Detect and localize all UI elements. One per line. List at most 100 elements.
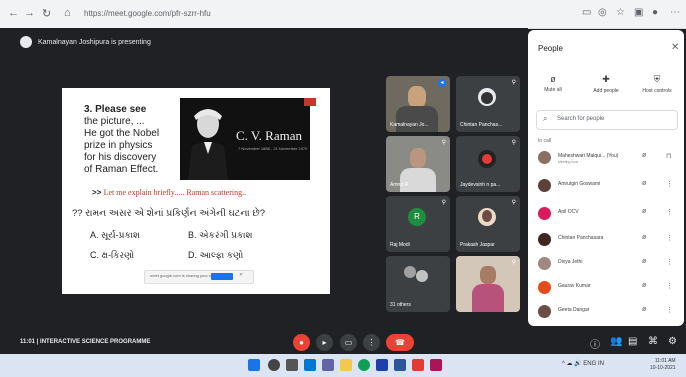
participant-name: Raj Modi: [390, 242, 410, 248]
panel-title: People: [538, 44, 563, 53]
meeting-title: 11:01 | INTERACTIVE SCIENCE PROGRAMME: [20, 339, 151, 345]
slide-question-line: the picture, ...: [84, 116, 145, 127]
participant-tile[interactable]: ⚲ Chintan Panchas...: [456, 76, 520, 132]
participant-name: Prakash Jaspar: [460, 242, 495, 248]
tray-arrow-icon[interactable]: ^ ☁ 🔊: [562, 361, 582, 367]
person-row[interactable]: Amrutgiri Goswami ø ⋮: [528, 176, 684, 196]
person-row[interactable]: Divya Jethi ø ⋮: [528, 254, 684, 274]
widgets-icon[interactable]: [304, 359, 316, 371]
presenting-label: Kamalnayan Joshipura is presenting: [38, 38, 151, 46]
search-people-input[interactable]: ⌕ Search for people: [536, 110, 678, 130]
avatar: [538, 281, 551, 294]
person-row[interactable]: Chintan Panchasara ø ⋮: [528, 230, 684, 250]
language-indicator[interactable]: ENG IN: [583, 361, 604, 367]
slide-logo: [304, 98, 316, 106]
mute-all-label: Mute all: [544, 87, 562, 93]
mic-off-icon[interactable]: ø: [642, 234, 646, 241]
portrait-image: C. V. Raman 7 November 1888 - 21 Novembe…: [180, 98, 310, 180]
more-icon[interactable]: ⋮: [666, 234, 673, 242]
person-role: Meeting host: [558, 160, 579, 164]
mic-toggle-button[interactable]: ●: [293, 334, 310, 351]
reload-icon[interactable]: ↻: [42, 7, 51, 20]
task-view-icon[interactable]: [286, 359, 298, 371]
file-explorer-icon[interactable]: [340, 359, 352, 371]
presenter-avatar: [20, 36, 32, 48]
info-icon[interactable]: ⓘ: [590, 336, 600, 351]
mute-all-button[interactable]: ø Mute all: [530, 74, 576, 93]
app-icon[interactable]: [430, 359, 442, 371]
add-people-button[interactable]: ✚ Add people: [583, 74, 629, 94]
forward-icon[interactable]: →: [24, 7, 35, 19]
portrait-name: C. V. Raman: [236, 128, 302, 143]
person-name: Geeta Dangar: [558, 307, 590, 313]
person-name: Chintan Panchasara: [558, 235, 604, 241]
search-icon[interactable]: [268, 359, 280, 371]
search-icon: ⌕: [543, 114, 548, 123]
participant-body: [472, 284, 504, 312]
more-icon[interactable]: ⋮: [666, 306, 673, 314]
self-view-tile[interactable]: ⚲: [456, 256, 520, 312]
captions-button[interactable]: ▭: [340, 334, 357, 351]
close-icon[interactable]: ✕: [671, 42, 679, 53]
end-call-button[interactable]: ☎: [386, 334, 414, 351]
zoom-icon[interactable]: ◎: [598, 7, 607, 18]
participant-tile[interactable]: ⚲ Jaydevsinh n pa...: [456, 136, 520, 192]
person-row[interactable]: Gaurav Kumar ø ⋮: [528, 278, 684, 298]
people-icon[interactable]: 👥: [610, 336, 622, 347]
person-row[interactable]: Maheshwari Malqui... (You) Meeting host …: [528, 148, 684, 168]
home-icon[interactable]: ⌂: [64, 7, 71, 19]
host-controls-button[interactable]: ⛨ Host controls: [634, 74, 680, 94]
avatar: [538, 207, 551, 220]
participant-body: [396, 106, 438, 132]
chat-app-icon[interactable]: [322, 359, 334, 371]
address-bar[interactable]: https://meet.google.com/pfr-szrr-hfu: [84, 6, 384, 21]
camera-toggle-button[interactable]: ▸: [316, 334, 333, 351]
person-row[interactable]: Geeta Dangar ø ⋮: [528, 302, 684, 322]
participant-tile[interactable]: ⚲ Prakash Jaspar: [456, 196, 520, 252]
more-icon[interactable]: ⋮: [666, 180, 673, 188]
mic-off-icon[interactable]: ø: [642, 180, 646, 187]
back-icon[interactable]: ←: [8, 7, 19, 19]
profile-icon[interactable]: ●: [652, 7, 658, 18]
participant-tile[interactable]: ⚲ Amrut R: [386, 136, 450, 192]
activities-icon[interactable]: ⌘: [648, 336, 658, 347]
stop-sharing-button[interactable]: [211, 273, 233, 280]
favorite-icon[interactable]: ☆: [616, 7, 625, 18]
browser-toolbar: ← → ↻ ⌂ https://meet.google.com/pfr-szrr…: [0, 0, 686, 29]
more-icon[interactable]: ⋮: [666, 282, 673, 290]
person-row[interactable]: Anil OCV ø ⋮: [528, 204, 684, 224]
participant-name: Jaydevsinh n pa...: [460, 182, 501, 188]
mic-off-icon[interactable]: ø: [642, 306, 646, 313]
participant-tile[interactable]: ◂ Kamalnayan Jo...: [386, 76, 450, 132]
start-icon[interactable]: [248, 359, 260, 371]
edge-browser-icon[interactable]: [358, 359, 370, 371]
taskbar-clock[interactable]: 11:01 AM 10-10-2021: [650, 358, 676, 372]
mic-off-icon[interactable]: ø: [642, 152, 646, 159]
add-person-icon: ✚: [602, 74, 610, 84]
more-icon[interactable]: ⋮: [666, 208, 673, 216]
word-icon[interactable]: [394, 359, 406, 371]
chat-icon[interactable]: ▤: [628, 336, 637, 347]
participant-tile-others[interactable]: 31 others: [386, 256, 450, 312]
collections-icon[interactable]: ▣: [634, 7, 643, 18]
pin-icon[interactable]: ⊓: [666, 152, 671, 160]
popup-close-icon[interactable]: ✕: [239, 272, 243, 278]
avatar: [538, 257, 551, 270]
others-avatar: [404, 266, 416, 278]
mic-off-icon[interactable]: ø: [642, 282, 646, 289]
more-icon[interactable]: ⋮: [666, 258, 673, 266]
app-icon[interactable]: [412, 359, 424, 371]
mic-off-icon: ⚲: [511, 80, 516, 86]
cast-icon[interactable]: ▭: [582, 7, 591, 18]
participant-tile[interactable]: R ⚲ Raj Modi: [386, 196, 450, 252]
avatar: [538, 305, 551, 318]
more-icon[interactable]: ⋯: [670, 7, 680, 18]
host-controls-icon[interactable]: ⚙: [668, 336, 677, 347]
avatar: [538, 151, 551, 164]
more-options-button[interactable]: ⋮: [363, 334, 380, 351]
people-panel: People ✕ ø Mute all ✚ Add people ⛨ Host …: [528, 30, 684, 326]
mic-off-icon[interactable]: ø: [642, 258, 646, 265]
system-tray[interactable]: ^ ☁ 🔊 ENG IN: [562, 360, 604, 367]
store-icon[interactable]: [376, 359, 388, 371]
mic-off-icon[interactable]: ø: [642, 208, 646, 215]
